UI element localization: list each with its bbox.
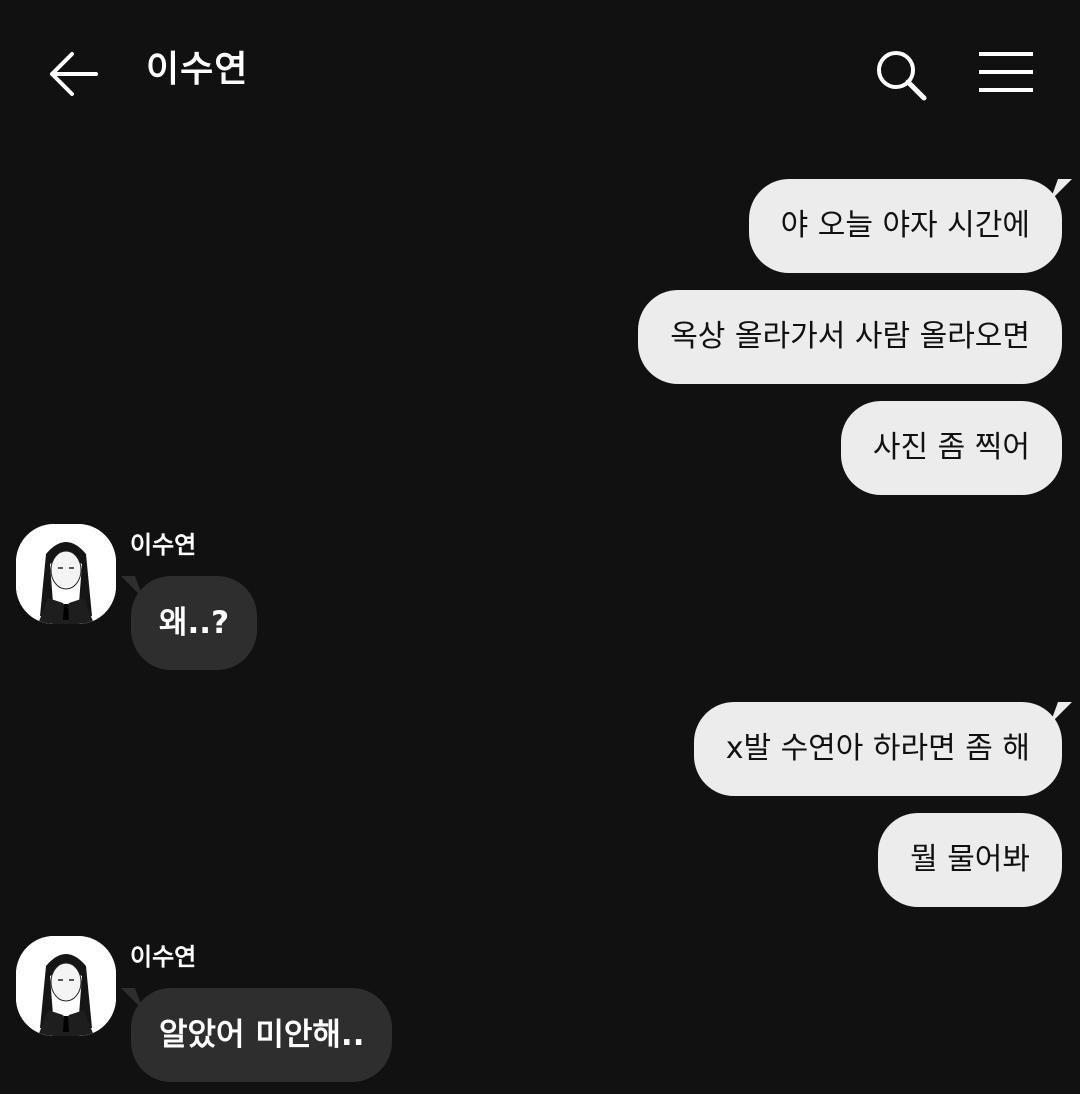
search-button[interactable] bbox=[872, 46, 930, 104]
incoming-message[interactable]: 알았어 미안해.. bbox=[131, 988, 393, 1082]
profile-portrait-icon bbox=[16, 936, 116, 1036]
hamburger-menu-icon bbox=[979, 52, 1033, 92]
chat-screen: 이수연 야 오늘 야자 시간에 옥상 올라가서 사람 올라오면 사진 좀 찍어 bbox=[0, 0, 1080, 1094]
outgoing-message[interactable]: 뭘 물어봐 bbox=[878, 813, 1062, 907]
sender-name: 이수연 bbox=[130, 531, 197, 559]
avatar[interactable] bbox=[16, 524, 116, 624]
outgoing-message[interactable]: 야 오늘 야자 시간에 bbox=[748, 179, 1062, 273]
arrow-left-icon bbox=[50, 52, 98, 96]
menu-button[interactable] bbox=[976, 50, 1036, 96]
chat-title: 이수연 bbox=[146, 49, 249, 90]
sender-name: 이수연 bbox=[130, 943, 197, 971]
avatar[interactable] bbox=[16, 936, 116, 1036]
outgoing-message[interactable]: x발 수연아 하라면 좀 해 bbox=[693, 702, 1062, 796]
chat-header: 이수연 bbox=[0, 0, 1080, 150]
search-icon bbox=[877, 51, 927, 101]
incoming-message[interactable]: 왜..? bbox=[131, 576, 258, 670]
outgoing-message[interactable]: 옥상 올라가서 사람 올라오면 bbox=[638, 290, 1062, 384]
profile-portrait-icon bbox=[16, 524, 116, 624]
outgoing-message[interactable]: 사진 좀 찍어 bbox=[840, 401, 1062, 495]
back-button[interactable] bbox=[44, 46, 102, 102]
